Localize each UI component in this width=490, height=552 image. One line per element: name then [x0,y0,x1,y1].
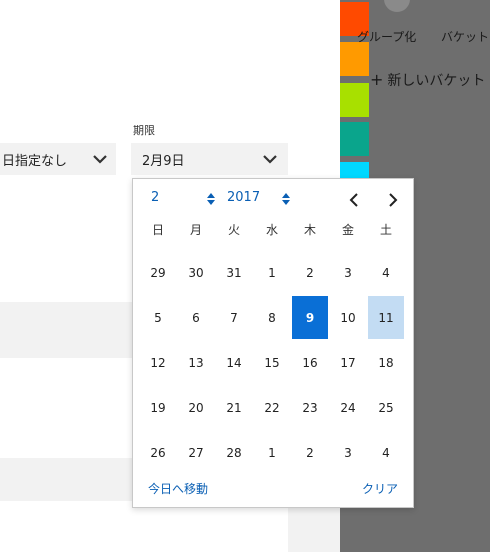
calendar-day[interactable]: 22 [254,386,290,429]
clear-link[interactable]: クリア [362,480,398,497]
weekday-label: 金 [341,223,354,237]
month-spinner-icon[interactable] [206,191,216,207]
calendar-day[interactable]: 29 [140,251,176,294]
date-picker-header: 2 2017 [133,189,413,211]
calendar-day[interactable]: 1 [254,251,290,294]
calendar-day[interactable]: 26 [140,431,176,474]
weekday-label: 月 [189,223,202,237]
calendar-day-highlighted[interactable]: 11 [368,296,404,339]
due-date-label: 期限 [133,124,155,137]
chevron-down-icon [263,155,277,164]
calendar-day[interactable]: 5 [140,296,176,339]
start-date-select[interactable]: 日指定なし [0,143,116,175]
chevron-down-icon [93,155,107,164]
calendar-day[interactable]: 27 [178,431,214,474]
color-swatch [340,42,369,76]
calendar-day[interactable]: 23 [292,386,328,429]
weekday-label: 水 [265,223,278,237]
bucket-label[interactable]: バケット [441,28,489,45]
calendar-day[interactable]: 24 [330,386,366,429]
calendar-day[interactable]: 25 [368,386,404,429]
form-row-background [0,302,132,358]
calendar-day[interactable]: 2 [292,251,328,294]
year-select[interactable]: 2017 [227,190,260,205]
weekday-header-row: 日 月 火 水 木 金 土 [139,221,405,238]
calendar-day[interactable]: 8 [254,296,290,339]
calendar-day[interactable]: 20 [178,386,214,429]
form-row-background [0,458,132,501]
calendar-day[interactable]: 30 [178,251,214,294]
chevron-right-icon[interactable] [385,191,401,209]
calendar-day[interactable]: 15 [254,341,290,384]
calendar-day[interactable]: 7 [216,296,252,339]
calendar-day[interactable]: 14 [216,341,252,384]
calendar-day[interactable]: 12 [140,341,176,384]
calendar-day[interactable]: 3 [330,431,366,474]
color-swatch [340,122,369,156]
chevron-left-icon[interactable] [346,191,362,209]
plus-icon: + [370,70,384,89]
form-row-background [288,508,340,552]
calendar-day[interactable]: 19 [140,386,176,429]
calendar-day[interactable]: 6 [178,296,214,339]
calendar-day[interactable]: 3 [330,251,366,294]
weekday-label: 木 [303,223,316,237]
weekday-label: 日 [151,223,164,237]
calendar-day[interactable]: 4 [368,251,404,294]
new-bucket-label: 新しいバケット [387,73,486,89]
calendar-day[interactable]: 2 [292,431,328,474]
calendar-day[interactable]: 4 [368,431,404,474]
color-swatch [340,83,369,117]
due-date-value: 2月9日 [142,153,185,169]
weekday-label: 土 [379,223,392,237]
calendar-day[interactable]: 16 [292,341,328,384]
group-by-label[interactable]: グループ化 [357,28,416,45]
calendar-day[interactable]: 28 [216,431,252,474]
month-select[interactable]: 2 [151,190,159,205]
calendar-day[interactable]: 10 [330,296,366,339]
calendar-day[interactable]: 1 [254,431,290,474]
calendar-day[interactable]: 13 [178,341,214,384]
new-bucket-button[interactable]: + 新しいバケット [370,70,485,90]
calendar-day[interactable]: 17 [330,341,366,384]
go-to-today-link[interactable]: 今日へ移動 [148,480,208,497]
weekday-label: 火 [227,223,240,237]
calendar-day[interactable]: 31 [216,251,252,294]
calendar-day[interactable]: 18 [368,341,404,384]
day-grid: 29 30 31 1 2 3 4 5 6 7 8 9 10 11 12 13 1… [139,250,405,475]
start-date-value: 日指定なし [2,153,68,169]
date-picker-popup: 2 2017 日 月 火 水 木 金 土 29 30 31 1 2 3 4 5 … [132,178,414,508]
year-spinner-icon[interactable] [281,191,291,207]
calendar-day[interactable]: 21 [216,386,252,429]
calendar-day-selected[interactable]: 9 [292,296,328,339]
due-date-select[interactable]: 2月9日 [131,143,288,175]
